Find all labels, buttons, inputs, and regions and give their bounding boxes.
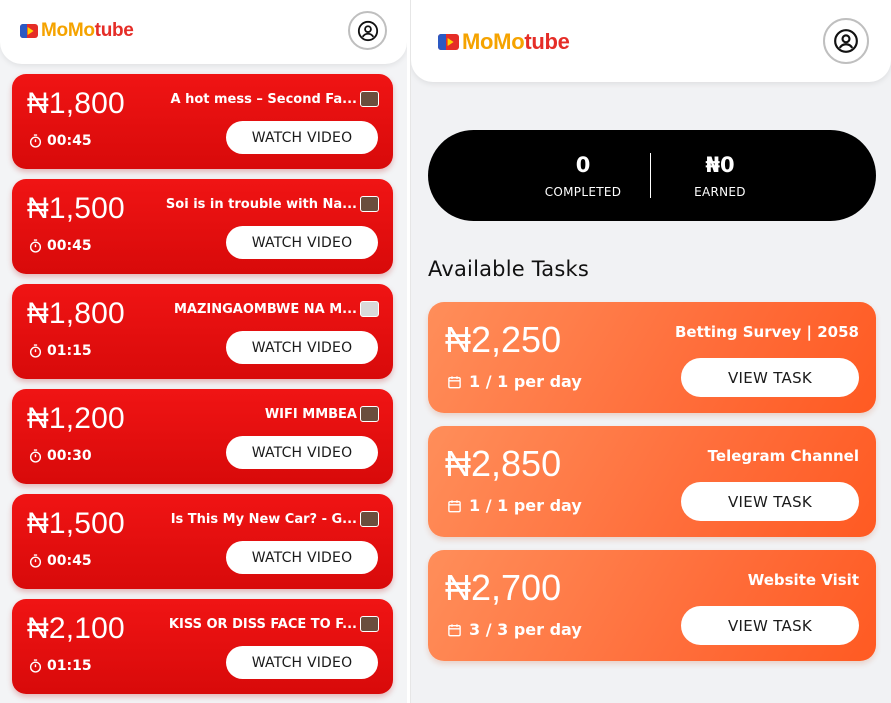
- app-logo[interactable]: MoMo tube: [438, 29, 570, 55]
- video-duration-text: 00:45: [47, 238, 92, 254]
- task-reward: ₦2,250: [445, 319, 562, 360]
- video-duration-text: 00:45: [47, 553, 92, 569]
- stopwatch-icon: [29, 239, 42, 253]
- watch-video-button[interactable]: WATCH VIDEO: [226, 436, 378, 469]
- app-header: MoMo tube: [0, 0, 407, 64]
- video-title: WIFI MMBEA: [264, 407, 357, 422]
- video-reward: ₦1,500: [27, 192, 125, 225]
- video-card[interactable]: ₦1,800 MAZINGAOMBWE NA M... 01:15 WATCH …: [12, 284, 393, 379]
- watch-video-button[interactable]: WATCH VIDEO: [226, 226, 378, 259]
- completed-count: 0: [575, 152, 591, 177]
- view-task-button[interactable]: VIEW TASK: [681, 606, 859, 645]
- play-logo-icon: [438, 34, 459, 50]
- video-duration-text: 00:30: [47, 448, 92, 464]
- video-duration: 00:45: [29, 553, 92, 569]
- video-duration-text: 01:15: [47, 658, 92, 674]
- task-title: Website Visit: [747, 571, 859, 589]
- task-card[interactable]: ₦2,850 Telegram Channel 1 / 1 per day VI…: [428, 426, 876, 537]
- watch-video-button[interactable]: WATCH VIDEO: [226, 121, 378, 154]
- calendar-icon: [447, 498, 462, 514]
- user-icon: [834, 29, 858, 53]
- section-title: Available Tasks: [428, 257, 589, 281]
- stopwatch-icon: [29, 554, 42, 568]
- task-limit-text: 1 / 1 per day: [469, 372, 582, 391]
- view-task-button[interactable]: VIEW TASK: [681, 482, 859, 521]
- earned-label: EARNED: [694, 184, 746, 199]
- task-reward: ₦2,850: [445, 443, 562, 484]
- video-reward: ₦1,800: [27, 87, 125, 120]
- video-card[interactable]: ₦2,100 KISS OR DISS FACE TO F... 01:15 W…: [12, 599, 393, 694]
- tasks-screen: MoMo tube 0 COMPLETED ₦0 EARNED Availabl…: [410, 0, 891, 703]
- video-thumbnail: [360, 91, 379, 107]
- logo-text-momo: MoMo: [41, 20, 95, 41]
- video-thumbnail: [360, 301, 379, 317]
- video-thumbnail: [360, 511, 379, 527]
- video-title: MAZINGAOMBWE NA M...: [173, 302, 357, 317]
- video-card[interactable]: ₦1,800 A hot mess – Second Fa... 00:45 W…: [12, 74, 393, 169]
- video-duration: 01:15: [29, 343, 92, 359]
- video-thumbnail: [360, 616, 379, 632]
- video-reward: ₦1,500: [27, 507, 125, 540]
- earned-stat: ₦0 EARNED: [645, 130, 795, 221]
- stopwatch-icon: [29, 134, 42, 148]
- video-duration: 01:15: [29, 658, 92, 674]
- video-title: Soi is in trouble with Na...: [165, 197, 357, 212]
- app-logo[interactable]: MoMo tube: [20, 20, 134, 42]
- task-reward: ₦2,700: [445, 567, 562, 608]
- watch-video-button[interactable]: WATCH VIDEO: [226, 331, 378, 364]
- video-duration-text: 01:15: [47, 343, 92, 359]
- profile-button[interactable]: [348, 11, 387, 50]
- task-limit: 3 / 3 per day: [447, 620, 582, 639]
- stopwatch-icon: [29, 659, 42, 673]
- earned-amount: ₦0: [705, 152, 735, 177]
- task-limit-text: 3 / 3 per day: [469, 620, 582, 639]
- video-card[interactable]: ₦1,500 Is This My New Car? - G... 00:45 …: [12, 494, 393, 589]
- logo-text-tube: tube: [524, 29, 570, 54]
- video-card[interactable]: ₦1,500 Soi is in trouble with Na... 00:4…: [12, 179, 393, 274]
- video-reward: ₦1,200: [27, 402, 125, 435]
- stopwatch-icon: [29, 449, 42, 463]
- video-title: A hot mess – Second Fa...: [170, 92, 357, 107]
- task-card[interactable]: ₦2,250 Betting Survey | 2058 1 / 1 per d…: [428, 302, 876, 413]
- watch-video-button[interactable]: WATCH VIDEO: [226, 646, 378, 679]
- stats-summary: 0 COMPLETED ₦0 EARNED: [428, 130, 876, 221]
- video-thumbnail: [360, 406, 379, 422]
- view-task-button[interactable]: VIEW TASK: [681, 358, 859, 397]
- video-duration: 00:45: [29, 238, 92, 254]
- video-title: KISS OR DISS FACE TO F...: [168, 617, 357, 632]
- logo-text-momo: MoMo: [462, 29, 525, 54]
- video-card[interactable]: ₦1,200 WIFI MMBEA 00:30 WATCH VIDEO: [12, 389, 393, 484]
- completed-label: COMPLETED: [544, 184, 622, 199]
- calendar-icon: [447, 622, 462, 638]
- task-title: Betting Survey | 2058: [674, 323, 859, 341]
- video-reward: ₦2,100: [27, 612, 125, 645]
- screen: MoMo tube ₦1,800 A hot mess – Second Fa.…: [0, 0, 891, 703]
- calendar-icon: [447, 374, 462, 390]
- task-title: Telegram Channel: [707, 447, 859, 465]
- video-duration: 00:45: [29, 133, 92, 149]
- video-title: Is This My New Car? - G...: [170, 512, 357, 527]
- task-limit: 1 / 1 per day: [447, 496, 582, 515]
- logo-text-tube: tube: [94, 20, 134, 41]
- watch-video-button[interactable]: WATCH VIDEO: [226, 541, 378, 574]
- profile-button[interactable]: [823, 18, 869, 64]
- user-icon: [357, 20, 378, 41]
- video-duration-text: 00:45: [47, 133, 92, 149]
- app-header: MoMo tube: [411, 0, 891, 82]
- video-list-screen: MoMo tube ₦1,800 A hot mess – Second Fa.…: [0, 0, 407, 703]
- task-card[interactable]: ₦2,700 Website Visit 3 / 3 per day VIEW …: [428, 550, 876, 661]
- task-limit-text: 1 / 1 per day: [469, 496, 582, 515]
- video-reward: ₦1,800: [27, 297, 125, 330]
- stopwatch-icon: [29, 344, 42, 358]
- task-limit: 1 / 1 per day: [447, 372, 582, 391]
- completed-stat: 0 COMPLETED: [508, 130, 658, 221]
- video-duration: 00:30: [29, 448, 92, 464]
- play-logo-icon: [20, 24, 38, 38]
- video-thumbnail: [360, 196, 379, 212]
